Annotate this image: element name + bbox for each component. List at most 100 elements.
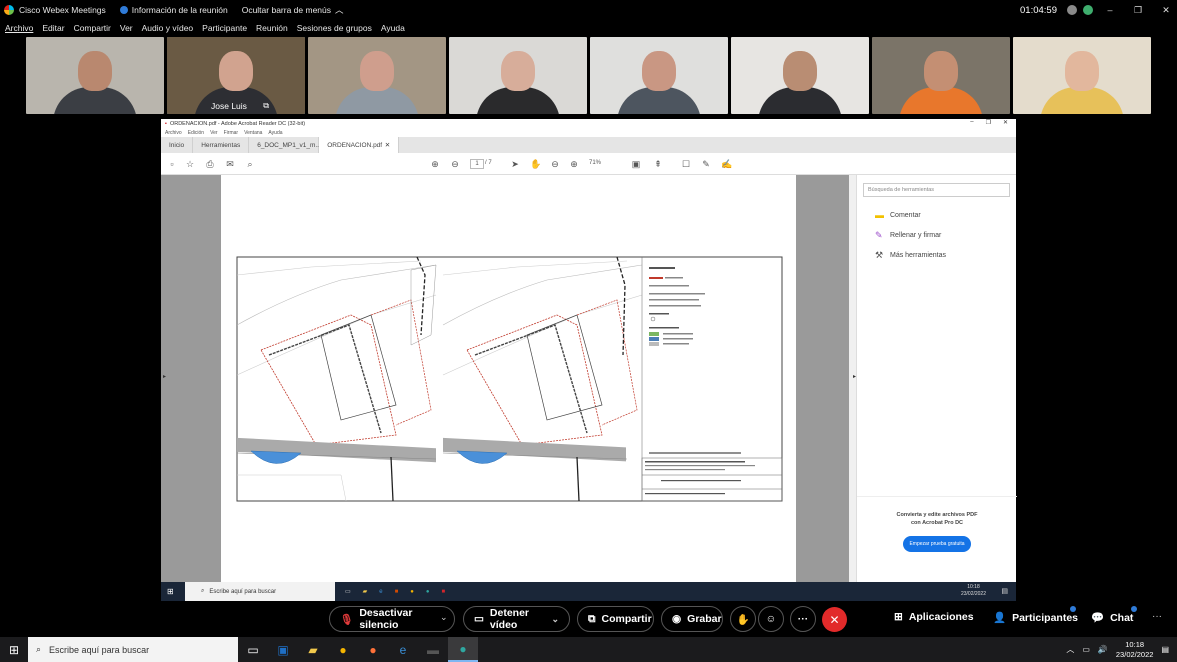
acrobat-window-title: ORDENACION.pdf - Adobe Acrobat Reader DC… bbox=[169, 121, 306, 127]
sign-icon[interactable]: ✍ bbox=[721, 159, 732, 169]
tab-close-icon[interactable]: ✕ bbox=[385, 141, 390, 149]
bookmark-star-icon[interactable]: ☆ bbox=[185, 159, 195, 169]
menu-ayuda[interactable]: Ayuda bbox=[381, 23, 405, 33]
menu-audio-video[interactable]: Audio y vídeo bbox=[142, 23, 194, 33]
tool-comentar[interactable]: ▬ Comentar bbox=[857, 205, 1016, 225]
webex-taskbar-icon[interactable]: ● bbox=[448, 637, 478, 662]
edge-icon[interactable]: e bbox=[388, 637, 418, 662]
hide-menu-bar-button[interactable]: Ocultar barra de menús ︿ bbox=[242, 4, 344, 16]
menu-editar[interactable]: Editar bbox=[42, 23, 64, 33]
participant-tile[interactable] bbox=[449, 37, 587, 114]
page-up-icon[interactable]: ⊕ bbox=[430, 159, 440, 169]
start-button[interactable]: ⊞ bbox=[0, 637, 28, 662]
unmute-button[interactable]: 🎙 Desactivar silencio bbox=[329, 606, 455, 632]
participant-tile[interactable] bbox=[872, 37, 1010, 114]
video-options-chevron-icon[interactable]: ⌄ bbox=[551, 614, 559, 625]
participant-face bbox=[360, 51, 394, 91]
menu-archivo[interactable]: Archivo bbox=[5, 23, 33, 33]
network-icon[interactable]: ▭ bbox=[1082, 645, 1090, 654]
menu-compartir[interactable]: Compartir bbox=[74, 23, 111, 33]
save-icon[interactable]: ▫ bbox=[167, 159, 177, 169]
audio-options-chevron-icon[interactable]: ⌄ bbox=[440, 612, 448, 623]
participant-video-strip: Jose Luis ⧉ bbox=[26, 37, 1151, 114]
task-view-icon[interactable]: ▭ bbox=[238, 637, 268, 662]
print-icon[interactable]: ⎙ bbox=[205, 159, 215, 169]
menu-sesiones-grupos[interactable]: Sesiones de grupos bbox=[297, 23, 372, 33]
leave-meeting-button[interactable]: ✕ bbox=[822, 607, 847, 632]
acrobat-close-button[interactable]: ✕ bbox=[1003, 119, 1008, 126]
tray-chevron-up-icon[interactable]: ︿ bbox=[1066, 644, 1074, 655]
taskbar-search-box[interactable]: ⌕ Escribe aquí para buscar bbox=[28, 637, 238, 662]
zoom-select[interactable]: 71% bbox=[589, 160, 601, 166]
participant-tile[interactable]: Jose Luis ⧉ bbox=[167, 37, 305, 114]
participants-button[interactable]: 👤 Participantes bbox=[993, 611, 1078, 625]
shared-windows-taskbar: ⊞ ⌕ Escribe aquí para buscar ▭ ▰ e ■ ● ●… bbox=[161, 582, 1016, 601]
tool-rellenar-firmar[interactable]: ✎ Rellenar y firmar bbox=[857, 225, 1016, 245]
start-trial-button[interactable]: Empezar prueba gratuita bbox=[903, 536, 971, 552]
acrobat-menu-ayuda[interactable]: Ayuda bbox=[268, 130, 282, 136]
participant-tile[interactable] bbox=[1013, 37, 1151, 114]
pdf-document-area[interactable]: ▸ bbox=[161, 175, 856, 582]
zoom-out-icon[interactable]: ⊖ bbox=[550, 159, 560, 169]
tab-herramientas[interactable]: Herramientas bbox=[193, 137, 250, 153]
maximize-button[interactable]: ❐ bbox=[1127, 5, 1149, 16]
highlight-pen-icon[interactable]: ✎ bbox=[701, 159, 711, 169]
reactions-button[interactable]: ☺ bbox=[758, 606, 784, 632]
chat-button[interactable]: 💬 Chat bbox=[1091, 611, 1133, 625]
more-options-button[interactable]: ··· bbox=[790, 606, 816, 632]
participant-tile[interactable] bbox=[731, 37, 869, 114]
applications-button[interactable]: ⊞ Aplicaciones bbox=[894, 611, 974, 623]
volume-icon[interactable]: 🔊 bbox=[1098, 645, 1108, 654]
record-button[interactable]: ◉ Grabar bbox=[661, 606, 723, 632]
panel-toggle-icon[interactable]: ▸ bbox=[853, 373, 856, 380]
fit-page-icon[interactable]: ▣ bbox=[631, 159, 641, 169]
outlook-icon[interactable]: ▣ bbox=[268, 637, 298, 662]
tools-panel: ▸ Búsqueda de herramientas ▬ Comentar ✎ … bbox=[853, 175, 1017, 582]
participant-tile[interactable] bbox=[26, 37, 164, 114]
tab-inicio[interactable]: Inicio bbox=[161, 137, 194, 153]
page-number-input[interactable]: 1 bbox=[470, 159, 484, 169]
menu-participante[interactable]: Participante bbox=[202, 23, 247, 33]
meeting-info-button[interactable]: Información de la reunión bbox=[119, 5, 228, 15]
page-down-icon[interactable]: ⊖ bbox=[450, 159, 460, 169]
tool-mas-herramientas[interactable]: ⚒ Más herramientas bbox=[857, 245, 1016, 265]
acrobat-menu-firmar[interactable]: Firmar bbox=[224, 130, 238, 136]
menu-reunion[interactable]: Reunión bbox=[256, 23, 288, 33]
acrobat-minimize-button[interactable]: – bbox=[970, 119, 973, 126]
scroll-mode-icon[interactable]: ⇞ bbox=[653, 159, 663, 169]
hand-tool-icon[interactable]: ✋ bbox=[530, 159, 541, 169]
microphone-muted-icon: 🎙 bbox=[340, 613, 354, 626]
zoom-in-icon[interactable]: ⊕ bbox=[569, 159, 579, 169]
acrobat-menu-ventana[interactable]: Ventana bbox=[244, 130, 262, 136]
notification-center-icon[interactable]: ▤ bbox=[1161, 645, 1169, 654]
select-cursor-icon[interactable]: ➤ bbox=[510, 159, 520, 169]
close-button[interactable]: ✕ bbox=[1155, 5, 1177, 16]
pdf-page bbox=[221, 175, 796, 582]
minimize-button[interactable]: – bbox=[1099, 5, 1121, 15]
menu-ver[interactable]: Ver bbox=[120, 23, 133, 33]
acrobat-menu-ver[interactable]: Ver bbox=[210, 130, 218, 136]
acrobat-menu-edicion[interactable]: Edición bbox=[188, 130, 204, 136]
participant-tile[interactable] bbox=[590, 37, 728, 114]
mail-icon[interactable]: ✉ bbox=[225, 159, 235, 169]
file-explorer-icon[interactable]: ▰ bbox=[298, 637, 328, 662]
comment-icon[interactable]: ☐ bbox=[681, 159, 691, 169]
acrobat-maximize-button[interactable]: ❐ bbox=[986, 119, 991, 126]
tab-ordenacion[interactable]: ORDENACION.pdf ✕ bbox=[319, 137, 400, 153]
stop-video-button[interactable]: ▭ Detener vídeo ⌄ bbox=[463, 606, 570, 632]
share-button[interactable]: ⧉ Compartir bbox=[577, 606, 654, 632]
overflow-menu-icon[interactable]: ··· bbox=[1152, 611, 1162, 622]
left-pane-toggle-icon[interactable]: ▸ bbox=[163, 373, 166, 380]
raise-hand-button[interactable]: ✋ bbox=[730, 606, 756, 632]
shared-screen: ▪ ORDENACION.pdf - Adobe Acrobat Reader … bbox=[161, 119, 1017, 601]
tools-search-input[interactable]: Búsqueda de herramientas bbox=[863, 183, 1010, 197]
acrobat-menu-archivo[interactable]: Archivo bbox=[165, 130, 182, 136]
search-icon[interactable]: ⌕ bbox=[245, 159, 255, 169]
chrome-icon[interactable]: ● bbox=[328, 637, 358, 662]
participant-tile[interactable] bbox=[308, 37, 446, 114]
inner-search-label: Escribe aquí para buscar bbox=[209, 588, 277, 595]
blank-app-icon[interactable]: ▬ bbox=[418, 637, 448, 662]
taskbar-clock[interactable]: 10:18 23/02/2022 bbox=[1116, 640, 1154, 660]
tab-doc-mp1[interactable]: 6_DOC_MP1_v1_m... bbox=[249, 137, 321, 153]
firefox-icon[interactable]: ● bbox=[358, 637, 388, 662]
